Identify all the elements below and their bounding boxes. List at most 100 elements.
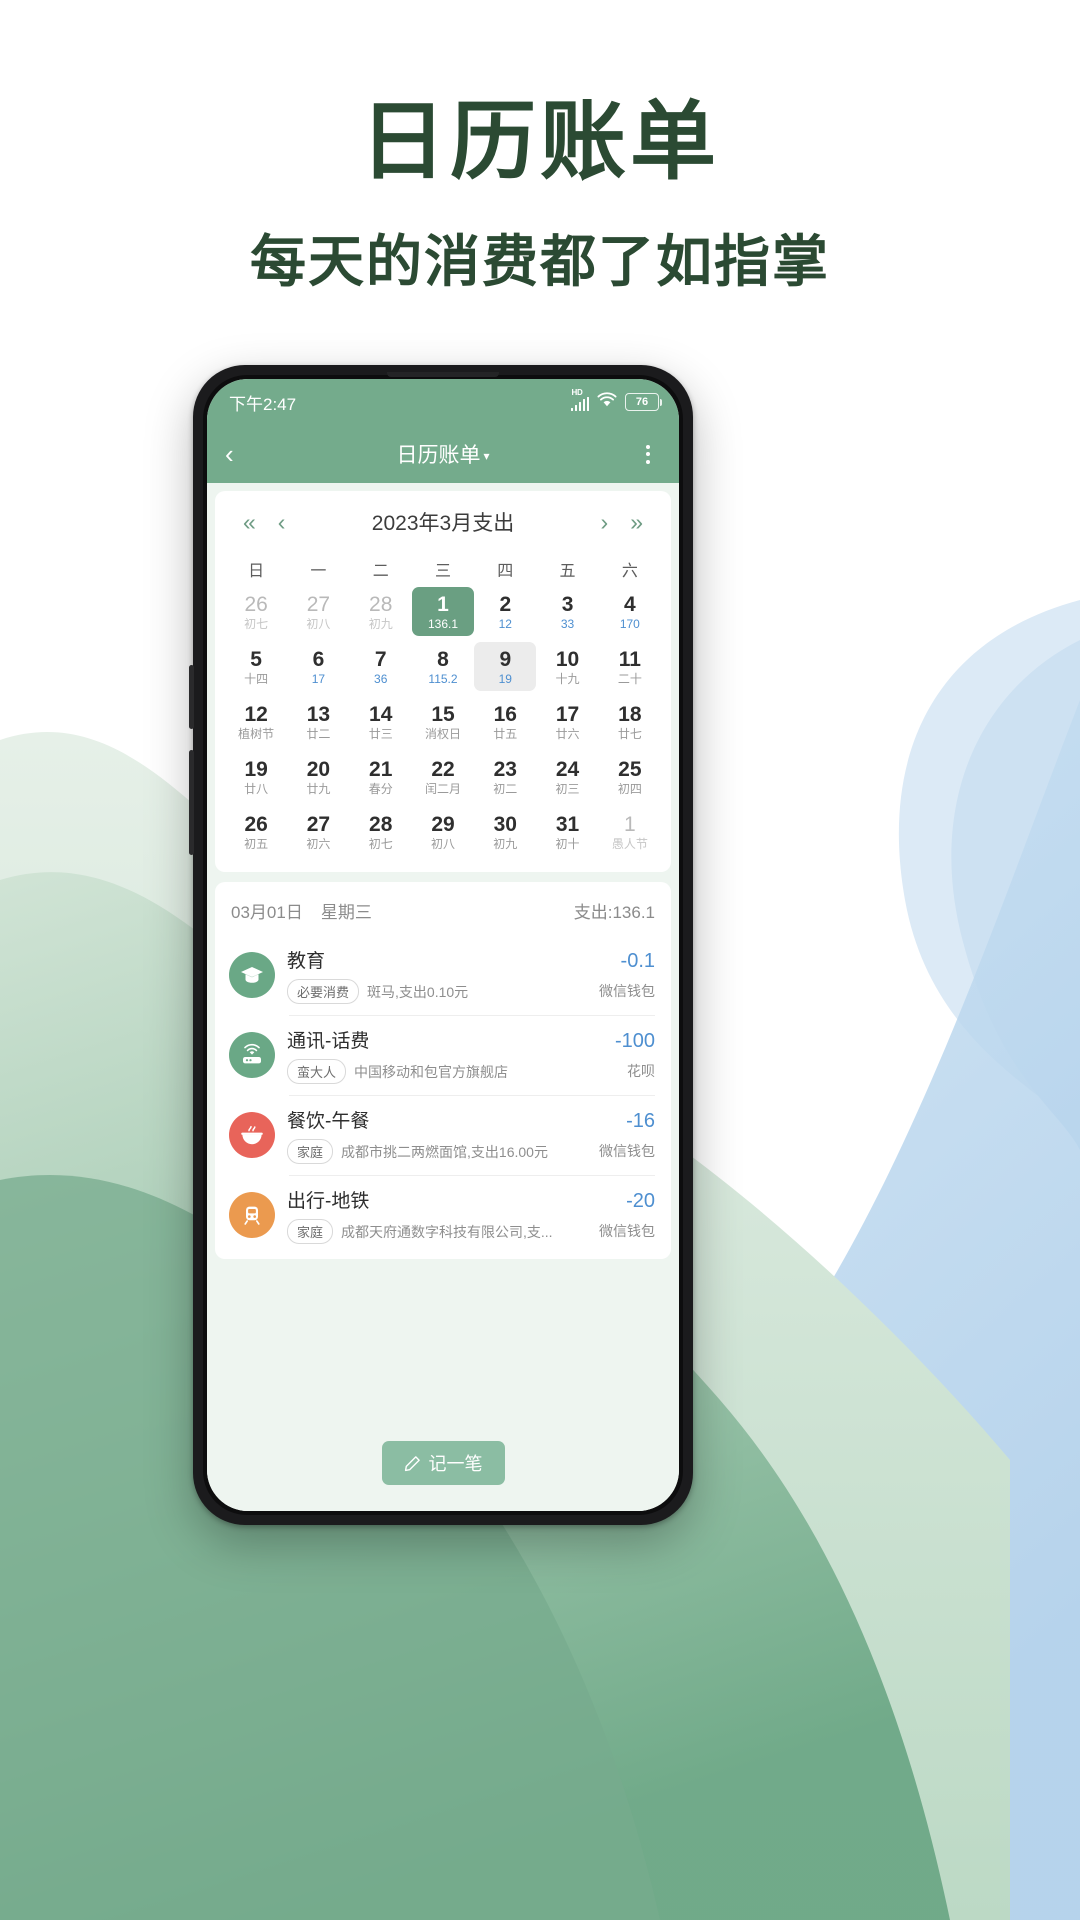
calendar-day-cell[interactable]: 12 植树节 bbox=[225, 697, 287, 746]
calendar-day-number: 10 bbox=[555, 648, 580, 671]
day-detail-card: 03月01日 星期三 支出:136.1 教育必要消费 斑马,支出0.10元 -0.1… bbox=[215, 882, 671, 1259]
calendar-day-cell[interactable]: 9 19 bbox=[474, 642, 537, 691]
phone-bezel: 下午2:47 HD 76 ‹ 日历账单 ▾ « ‹ 2023年3月支出 › » … bbox=[203, 372, 683, 1515]
back-button[interactable]: ‹ bbox=[225, 441, 259, 467]
transaction-row[interactable]: 出行-地铁 家庭 成都天府通数字科技有限公司,支... -20 微信钱包 bbox=[215, 1175, 671, 1255]
transaction-note: 中国移动和包官方旗舰店 bbox=[354, 1063, 509, 1080]
transaction-title: 教育 bbox=[287, 951, 326, 972]
calendar-day-cell[interactable]: 11 二十 bbox=[599, 642, 661, 691]
calendar-day-sublabel: 十四 bbox=[244, 672, 269, 686]
calendar-day-sublabel: 初六 bbox=[306, 837, 331, 851]
calendar-day-cell[interactable]: 6 17 bbox=[287, 642, 349, 691]
calendar-day-cell[interactable]: 27 初八 bbox=[287, 587, 349, 636]
day-detail-weekday: 星期三 bbox=[320, 903, 372, 922]
calendar-day-sublabel: 廿六 bbox=[555, 727, 580, 741]
transaction-subline: 必要消费 斑马,支出0.10元 bbox=[287, 979, 581, 1004]
calendar-day-cell[interactable]: 18 廿七 bbox=[599, 697, 661, 746]
fab-area: 记一笔 bbox=[207, 1259, 679, 1511]
calendar-day-number: 26 bbox=[244, 593, 268, 616]
calendar-day-sublabel: 初四 bbox=[617, 782, 642, 796]
calendar-day-cell[interactable]: 26 初七 bbox=[225, 587, 287, 636]
transaction-main: 教育必要消费 斑马,支出0.10元 bbox=[287, 946, 581, 1004]
calendar-day-cell[interactable]: 27 初六 bbox=[287, 807, 349, 856]
transaction-tag[interactable]: 蛮大人 bbox=[287, 1059, 347, 1084]
calendar-day-cell[interactable]: 31 初十 bbox=[536, 807, 598, 856]
transaction-account: 微信钱包 bbox=[599, 1222, 655, 1239]
transaction-tag[interactable]: 必要消费 bbox=[287, 979, 360, 1004]
calendar-day-cell[interactable]: 26 初五 bbox=[225, 807, 287, 856]
calendar-day-cell[interactable]: 1 136.1 bbox=[411, 587, 475, 636]
calendar-month-title[interactable]: 2023年3月支出 bbox=[372, 507, 514, 537]
calendar-day-number: 12 bbox=[244, 703, 268, 726]
prev-month-button[interactable]: ‹ bbox=[276, 510, 288, 534]
calendar-day-cell[interactable]: 23 初二 bbox=[474, 752, 536, 801]
calendar-day-cell[interactable]: 20 廿九 bbox=[287, 752, 349, 801]
calendar-day-cell[interactable]: 30 初九 bbox=[474, 807, 536, 856]
calendar-day-number: 21 bbox=[369, 758, 393, 781]
app-bar-title[interactable]: 日历账单 ▾ bbox=[207, 439, 679, 469]
calendar-day-number: 31 bbox=[555, 813, 580, 836]
calendar-day-cell[interactable]: 10 十九 bbox=[536, 642, 598, 691]
calendar-day-sublabel: 初二 bbox=[493, 782, 518, 796]
calendar-day-cell[interactable]: 7 36 bbox=[350, 642, 412, 691]
calendar-day-sublabel: 初五 bbox=[244, 837, 269, 851]
calendar-day-sublabel: 初七 bbox=[244, 617, 269, 631]
calendar-day-number: 17 bbox=[555, 703, 580, 726]
calendar-day-cell[interactable]: 8 115.2 bbox=[412, 642, 474, 691]
calendar-day-cell[interactable]: 13 廿二 bbox=[287, 697, 349, 746]
calendar-day-sublabel: 十九 bbox=[555, 672, 580, 686]
calendar-day-cell[interactable]: 5 十四 bbox=[225, 642, 287, 691]
page-subtitle: 每天的消费都了如指掌 bbox=[250, 229, 830, 293]
phone-mockup: 下午2:47 HD 76 ‹ 日历账单 ▾ « ‹ 2023年3月支出 › » … bbox=[189, 365, 693, 1525]
calendar-day-number: 30 bbox=[493, 813, 517, 836]
calendar-day-cell[interactable]: 17 廿六 bbox=[536, 697, 598, 746]
transaction-account: 微信钱包 bbox=[599, 1142, 655, 1159]
transaction-tag[interactable]: 家庭 bbox=[287, 1219, 334, 1244]
transaction-tag[interactable]: 家庭 bbox=[287, 1139, 334, 1164]
transaction-amount: -0.1 bbox=[620, 949, 655, 972]
calendar-day-cell[interactable]: 28 初九 bbox=[350, 587, 412, 636]
calendar-day-number: 2 bbox=[499, 593, 512, 616]
transaction-row[interactable]: 通讯-话费 蛮大人 中国移动和包官方旗舰店 -100 花呗 bbox=[215, 1015, 671, 1095]
calendar-day-number: 16 bbox=[493, 703, 517, 726]
transaction-right: -16 微信钱包 bbox=[593, 1110, 655, 1161]
calendar-day-sublabel: 廿八 bbox=[244, 782, 269, 796]
calendar-day-cell[interactable]: 4 170 bbox=[599, 587, 661, 636]
transaction-title: 通讯-话费 bbox=[287, 1031, 370, 1052]
calendar-day-cell[interactable]: 14 廿三 bbox=[350, 697, 412, 746]
calendar-day-sublabel: 廿二 bbox=[306, 727, 331, 741]
calendar-day-cell[interactable]: 3 33 bbox=[536, 587, 598, 636]
calendar-day-number: 14 bbox=[369, 703, 393, 726]
add-record-button[interactable]: 记一笔 bbox=[381, 1441, 505, 1485]
chevron-down-icon: ▾ bbox=[483, 449, 490, 463]
calendar-day-sublabel: 初十 bbox=[555, 837, 580, 851]
next-year-button[interactable]: » bbox=[628, 510, 645, 534]
calendar-day-cell[interactable]: 24 初三 bbox=[536, 752, 598, 801]
calendar-day-sublabel: 二十 bbox=[617, 672, 642, 686]
calendar-day-cell[interactable]: 1 愚人节 bbox=[599, 807, 661, 856]
calendar-day-cell[interactable]: 29 初八 bbox=[412, 807, 474, 856]
more-vertical-icon[interactable] bbox=[635, 444, 661, 464]
transaction-row[interactable]: 餐饮-午餐 家庭 成都市挑二两燃面馆,支出16.00元 -16 微信钱包 bbox=[215, 1095, 671, 1175]
calendar-day-cell[interactable]: 16 廿五 bbox=[474, 697, 536, 746]
calendar-day-cell[interactable]: 28 初七 bbox=[350, 807, 412, 856]
status-icons: HD 76 bbox=[570, 388, 662, 413]
calendar-day-cell[interactable]: 22 闰二月 bbox=[412, 752, 474, 801]
calendar-day-cell[interactable]: 2 12 bbox=[474, 587, 536, 636]
calendar-day-number: 11 bbox=[618, 648, 641, 671]
weekday-label: 五 bbox=[559, 563, 576, 580]
calendar-day-cell[interactable]: 19 廿八 bbox=[225, 752, 287, 801]
calendar-day-number: 27 bbox=[306, 593, 331, 616]
calendar-day-sublabel: 愚人节 bbox=[611, 837, 648, 851]
calendar-day-number: 9 bbox=[499, 648, 512, 671]
day-detail-header: 03月01日 星期三 支出:136.1 bbox=[215, 882, 671, 935]
calendar-day-cell[interactable]: 15 消权日 bbox=[412, 697, 474, 746]
calendar-day-cell[interactable]: 21 春分 bbox=[350, 752, 412, 801]
transaction-note: 成都市挑二两燃面馆,支出16.00元 bbox=[341, 1143, 548, 1160]
transaction-row[interactable]: 教育 必要消费 斑马,支出0.10元 -0.1 微信钱包 bbox=[215, 935, 671, 1015]
transaction-amount: -100 bbox=[614, 1029, 655, 1052]
calendar-day-cell[interactable]: 25 初四 bbox=[599, 752, 661, 801]
calendar-day-sublabel: 12 bbox=[498, 617, 512, 631]
next-month-button[interactable]: › bbox=[599, 510, 611, 534]
prev-year-button[interactable]: « bbox=[241, 510, 258, 534]
